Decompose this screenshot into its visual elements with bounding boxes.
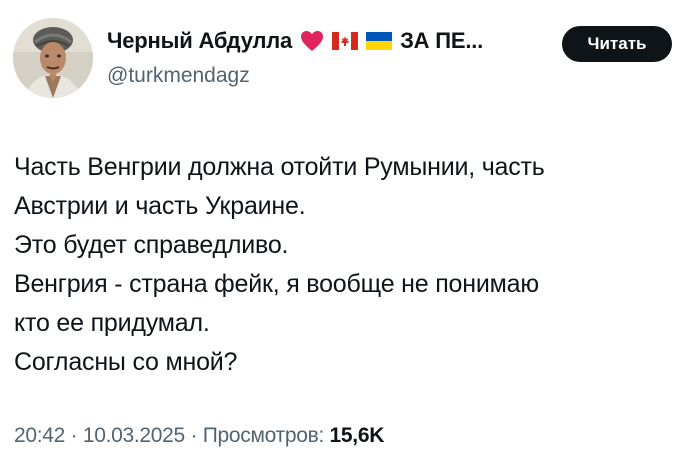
tweet-line: Часть Венгрии должна отойти Румынии, час… — [14, 153, 545, 181]
tweet-line: Австрии и часть Украине. — [14, 192, 306, 220]
tweet-line: Согласны со мной? — [14, 348, 238, 376]
canada-flag-emoji — [332, 32, 359, 50]
author-display-name: Черный Абдулла — [107, 28, 293, 53]
tweet-line: Венгрия - страна фейк, я вообще не поним… — [14, 270, 539, 298]
tweet-text: Часть Венгрии должна отойти Румынии, час… — [14, 148, 684, 382]
views-count: 15,6K — [329, 424, 385, 447]
author-handle[interactable]: @turkmendagz — [107, 64, 250, 88]
tweet-meta: 20:42 · 10.03.2025 · Просмотров: 15,6K — [14, 424, 384, 448]
avatar-image — [13, 18, 93, 98]
tweet-line: Это будет справедливо. — [14, 231, 289, 259]
meta-separator: · — [184, 424, 203, 447]
author-name-row[interactable]: Черный Абдулла ЗА ПЕ... — [107, 28, 483, 54]
tweet-time[interactable]: 20:42 — [14, 424, 65, 447]
tweet-line: кто ее придумал. — [14, 309, 210, 337]
avatar[interactable] — [13, 18, 93, 98]
ukraine-flag-emoji — [366, 32, 393, 50]
red-heart-emoji — [300, 30, 324, 52]
views-label: Просмотров: — [202, 424, 325, 447]
follow-button[interactable]: Читать — [562, 26, 672, 62]
author-name-suffix: ЗА ПЕ... — [400, 28, 484, 53]
tweet-date[interactable]: 10.03.2025 — [83, 424, 185, 447]
meta-separator: · — [65, 424, 83, 447]
